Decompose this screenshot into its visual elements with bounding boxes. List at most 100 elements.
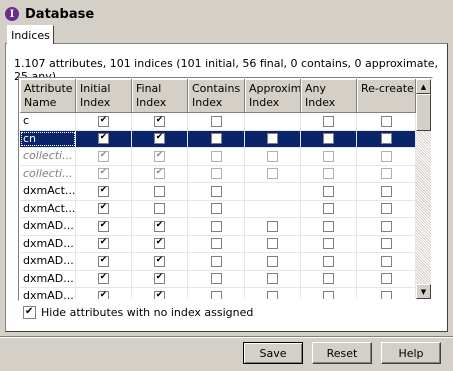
contains-index-checkbox[interactable] [210,168,222,180]
initial-index-checkbox[interactable] [98,133,109,145]
final-index-checkbox[interactable] [154,133,165,145]
info-icon: I [5,7,19,21]
initial-cell [76,218,132,235]
recreate-index-checkbox[interactable] [380,220,392,232]
checkbox-box[interactable] [23,306,36,319]
final-index-checkbox[interactable] [154,203,165,215]
approx-index-checkbox[interactable] [267,220,278,232]
approx-index-checkbox[interactable] [267,255,278,267]
any-cell [301,200,357,217]
table-row[interactable]: cn [20,130,416,148]
contains-cell [188,200,245,217]
any-index-checkbox[interactable] [323,185,334,197]
any-index-checkbox[interactable] [323,273,334,285]
approx-index-checkbox[interactable] [267,133,278,145]
any-index-checkbox[interactable] [323,115,334,127]
contains-index-checkbox[interactable] [210,255,222,267]
column-header-approximate-index[interactable]: ApproximateIndex [245,79,301,112]
initial-index-checkbox[interactable] [98,115,109,127]
approx-index-checkbox[interactable] [267,273,278,285]
column-header-initial-index[interactable]: Initial Index [76,79,132,112]
any-index-checkbox[interactable] [323,133,334,145]
contains-index-checkbox[interactable] [210,115,222,127]
recreate-index-checkbox[interactable] [380,255,392,267]
scroll-up-arrow-icon[interactable]: ▲ [416,79,431,94]
initial-index-checkbox[interactable] [98,290,109,299]
any-index-checkbox[interactable] [323,238,334,250]
recreate-index-checkbox[interactable] [380,185,392,197]
approx-index-checkbox[interactable] [267,290,278,299]
initial-index-checkbox[interactable] [98,238,109,250]
any-index-checkbox[interactable] [323,150,334,162]
recreate-index-checkbox[interactable] [380,290,392,299]
column-header-line2: Index [136,96,167,109]
column-header-re-create[interactable]: Re-create [357,79,416,112]
contains-index-checkbox[interactable] [210,203,222,215]
save-button[interactable]: Save [243,342,303,364]
contains-cell [188,253,245,270]
recreate-index-checkbox[interactable] [380,273,392,285]
initial-index-checkbox[interactable] [98,220,109,232]
column-header-line2: Index [249,96,280,109]
final-cell [132,288,188,299]
approx-index-checkbox[interactable] [267,238,278,250]
final-index-checkbox[interactable] [154,255,165,267]
recreate-index-checkbox[interactable] [380,150,392,162]
table-row[interactable]: dxmAD... [20,235,416,253]
contains-index-checkbox[interactable] [210,150,222,162]
contains-index-checkbox[interactable] [210,185,222,197]
final-index-checkbox[interactable] [154,185,165,197]
final-index-checkbox[interactable] [154,273,165,285]
final-index-checkbox[interactable] [154,220,165,232]
final-index-checkbox[interactable] [154,238,165,250]
any-index-checkbox[interactable] [323,290,334,299]
recreate-index-checkbox[interactable] [380,115,392,127]
final-index-checkbox[interactable] [154,150,165,162]
contains-index-checkbox[interactable] [210,133,222,145]
table-row[interactable]: dxmAct... [20,200,416,218]
reset-button[interactable]: Reset [312,342,372,364]
approx-index-checkbox[interactable] [267,150,278,162]
recreate-index-checkbox[interactable] [380,203,392,215]
vertical-scrollbar[interactable]: ▲ ▼ [416,79,431,299]
table-row[interactable]: dxmAD... [20,253,416,271]
final-index-checkbox[interactable] [154,168,165,180]
final-index-checkbox[interactable] [154,115,165,127]
column-header-contains-index[interactable]: Contains Index [188,79,245,112]
hide-unindexed-checkbox[interactable]: Hide attributes with no index assigned [23,306,253,319]
recreate-index-checkbox[interactable] [380,168,392,180]
any-index-checkbox[interactable] [323,255,334,267]
table-row[interactable]: dxmAct... [20,183,416,201]
any-index-checkbox[interactable] [323,203,334,215]
initial-index-checkbox[interactable] [98,185,109,197]
scroll-thumb[interactable] [416,94,431,131]
table-row[interactable]: dxmAD... [20,218,416,236]
recreate-index-checkbox[interactable] [380,238,392,250]
table-row[interactable]: c [20,113,416,131]
approx-index-checkbox[interactable] [267,168,278,180]
help-button[interactable]: Help [381,342,441,364]
table-row[interactable]: dxmAD... [20,270,416,288]
recreate-index-checkbox[interactable] [380,133,392,145]
initial-index-checkbox[interactable] [98,203,109,215]
column-header-any-index[interactable]: Any Index [301,79,357,112]
contains-index-checkbox[interactable] [210,273,222,285]
column-header-final-index[interactable]: Final Index [132,79,188,112]
initial-index-checkbox[interactable] [98,255,109,267]
final-index-checkbox[interactable] [154,290,165,299]
table-row[interactable]: collecti... [20,148,416,166]
any-index-checkbox[interactable] [323,220,334,232]
initial-index-checkbox[interactable] [98,168,109,180]
contains-index-checkbox[interactable] [210,238,222,250]
any-index-checkbox[interactable] [323,168,334,180]
initial-index-checkbox[interactable] [98,273,109,285]
scroll-down-arrow-icon[interactable]: ▼ [416,284,431,299]
contains-index-checkbox[interactable] [210,290,222,299]
contains-index-checkbox[interactable] [210,220,222,232]
tab-indices[interactable]: Indices [7,25,54,44]
table-row[interactable]: dxmAD... [20,288,416,299]
column-header-attribute-name[interactable]: Attribute Name [20,79,76,112]
table-row[interactable]: collecti... [20,165,416,183]
initial-index-checkbox[interactable] [98,150,109,162]
recreate-cell [357,200,416,217]
